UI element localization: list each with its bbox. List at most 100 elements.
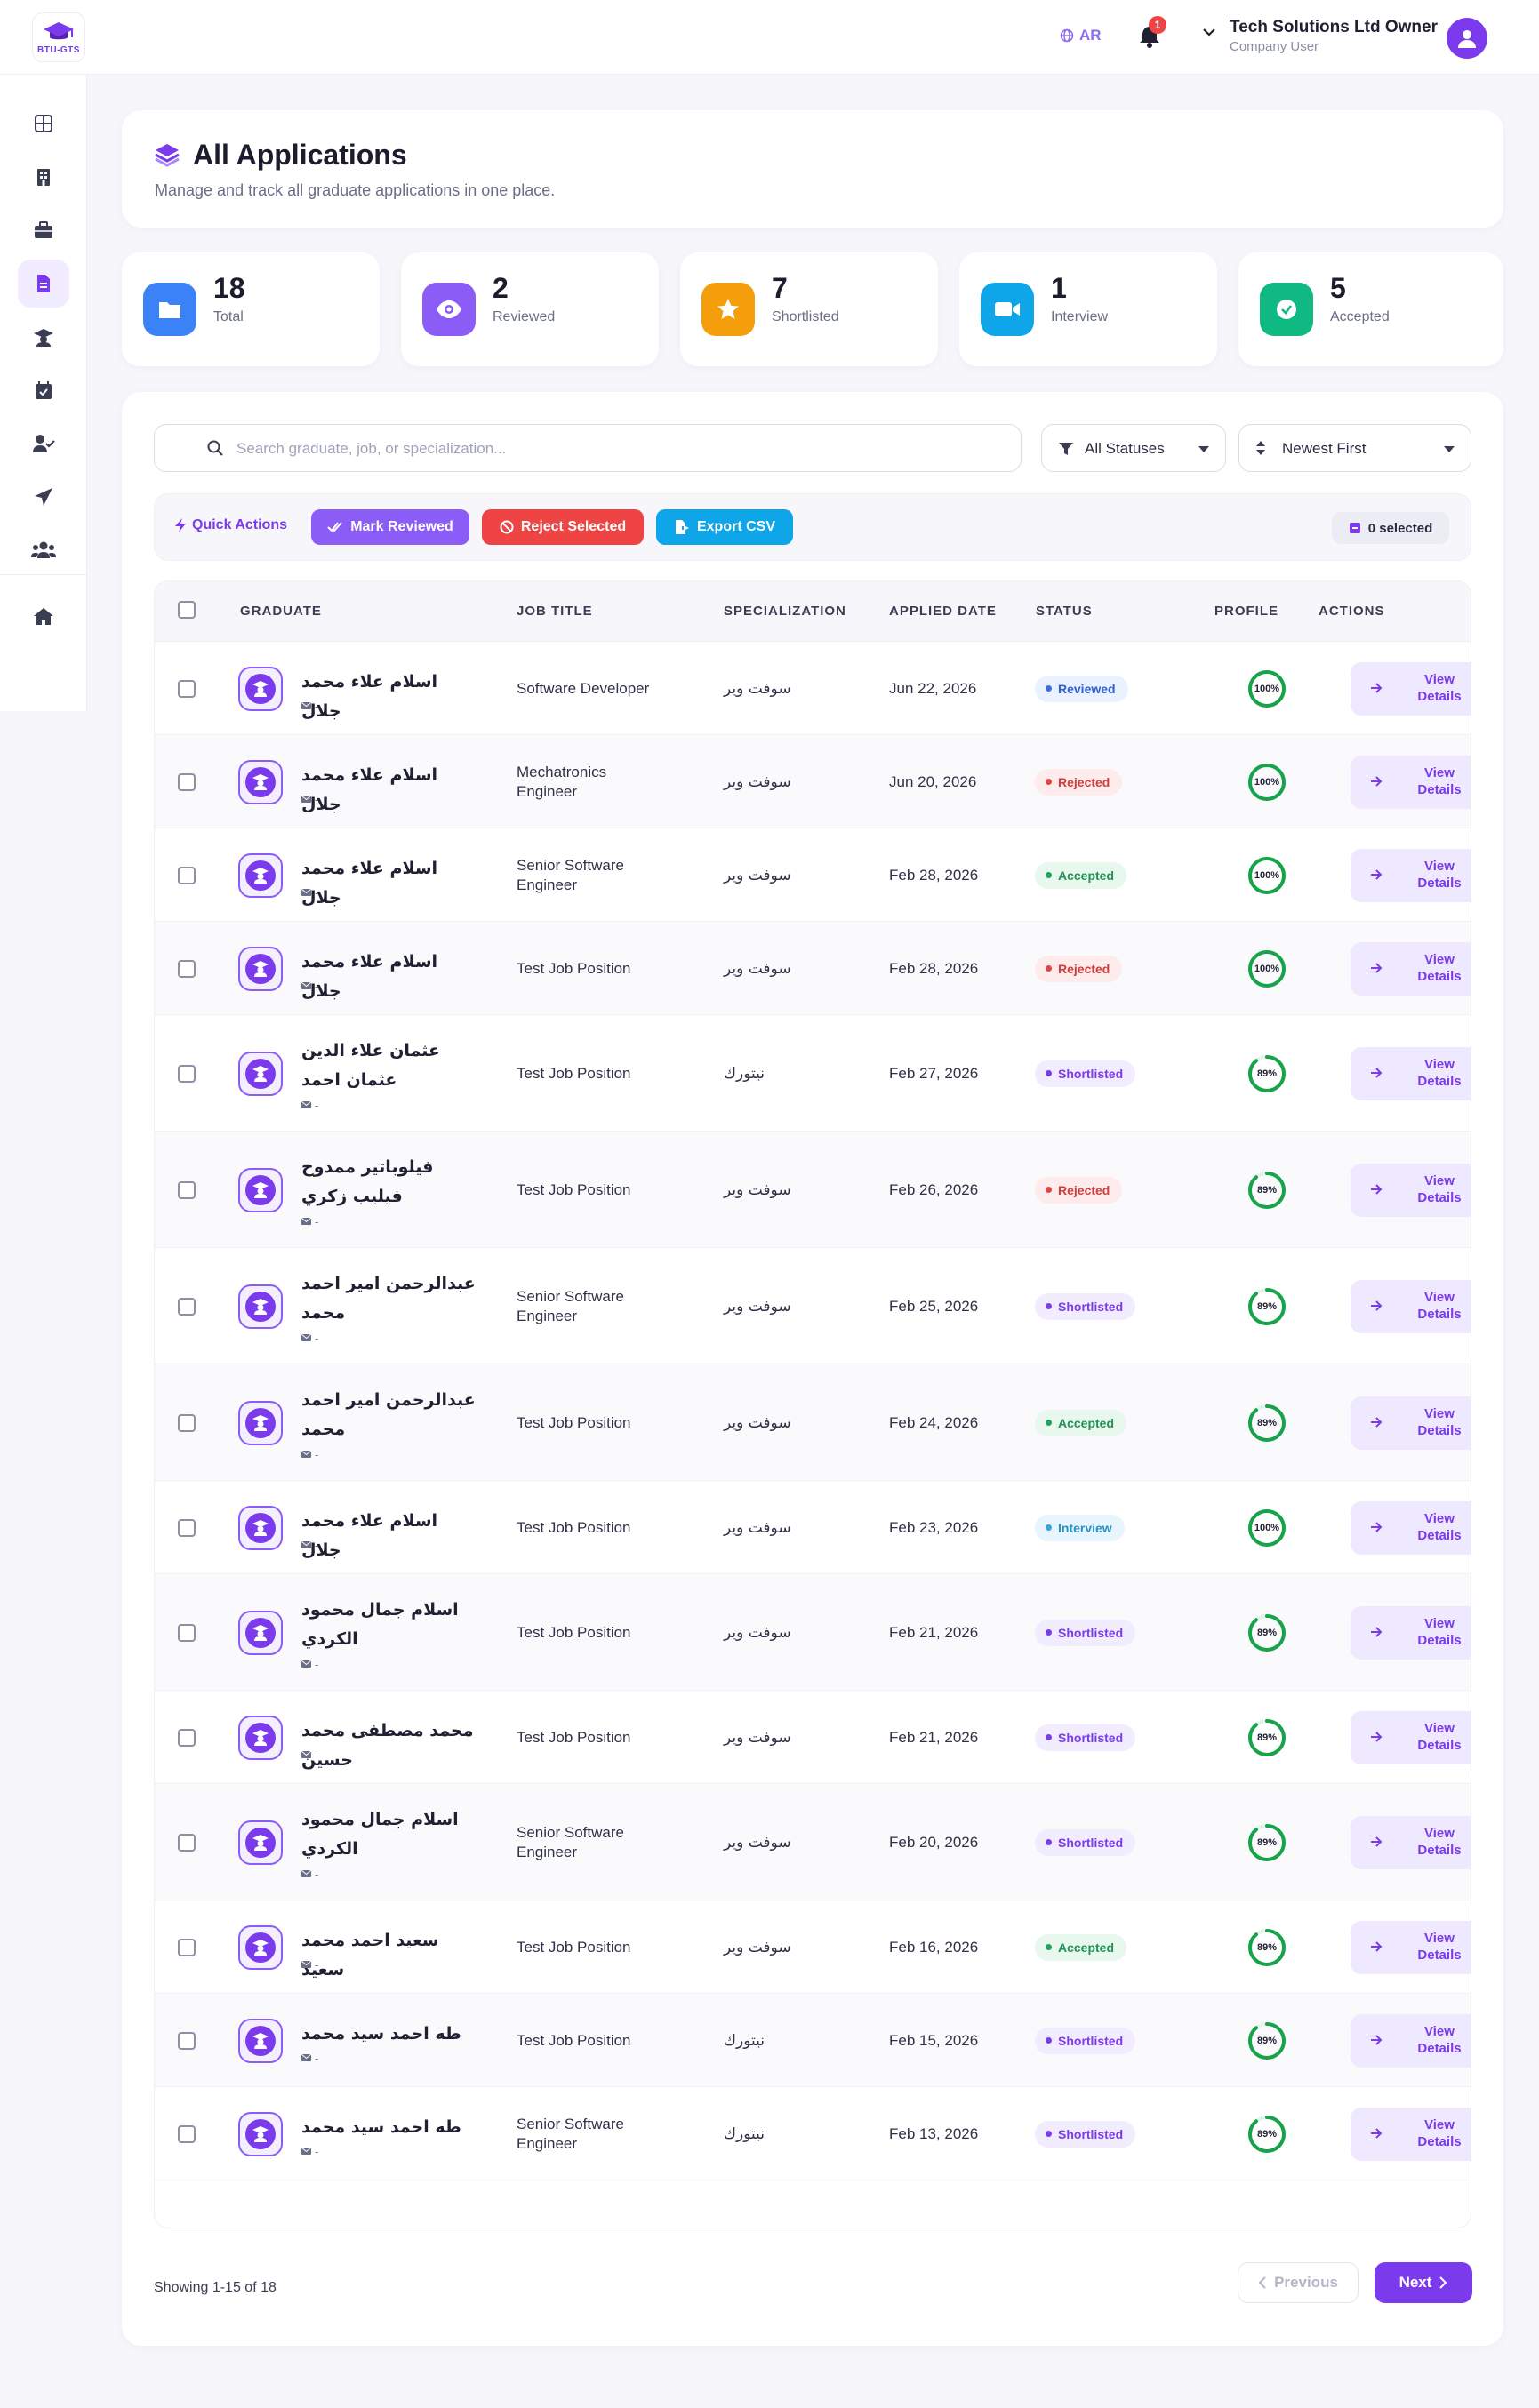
graduate-name[interactable]: عبدالرحمن امير احمد محمد — [301, 1386, 479, 1444]
sidebar-item-graduates[interactable] — [18, 313, 69, 361]
sidebar-item-applications[interactable] — [18, 260, 69, 308]
graduate-name[interactable]: اسلام جمال محمود الكردي — [301, 1805, 479, 1864]
table-row[interactable]: اسلام علاء محمد جلال - Test Job Position… — [155, 922, 1471, 1015]
table-row[interactable]: عثمان علاء الدين عثمان احمد - Test Job P… — [155, 1015, 1471, 1132]
graduate-avatar[interactable] — [238, 1284, 283, 1329]
row-checkbox[interactable] — [178, 2031, 196, 2050]
table-row[interactable]: محمد مصطفى محمد حسين - Test Job Position… — [155, 1691, 1471, 1784]
view-details-button[interactable]: View Details — [1351, 1920, 1471, 1974]
graduate-name[interactable]: اسلام علاء محمد جلال — [301, 948, 479, 1006]
graduate-name[interactable]: اسلام علاء محمد جلال — [301, 761, 479, 820]
search-input[interactable]: Search graduate, job, or specialization.… — [154, 424, 1022, 472]
select-all-checkbox[interactable] — [178, 601, 196, 619]
chevron-down-icon[interactable] — [1200, 23, 1218, 41]
table-row[interactable]: اسلام جمال محمود الكردي - Test Job Posit… — [155, 1574, 1471, 1691]
row-checkbox[interactable] — [178, 1180, 196, 1199]
graduate-name[interactable]: عبدالرحمن امير احمد محمد — [301, 1269, 479, 1328]
language-switch[interactable]: AR — [1060, 27, 1102, 44]
column-header-applied-date[interactable]: APPLIED DATE — [889, 604, 997, 619]
graduate-name[interactable]: اسلام جمال محمود الكردي — [301, 1596, 479, 1654]
view-details-button[interactable]: View Details — [1351, 1605, 1471, 1660]
graduate-avatar[interactable] — [238, 666, 283, 711]
view-details-button[interactable]: View Details — [1351, 1163, 1471, 1217]
row-checkbox[interactable] — [178, 1833, 196, 1852]
column-header-job-title[interactable]: JOB TITLE — [517, 604, 593, 619]
row-checkbox[interactable] — [178, 1413, 196, 1432]
graduate-avatar[interactable] — [238, 1505, 283, 1550]
avatar[interactable] — [1447, 18, 1487, 59]
row-checkbox[interactable] — [178, 2124, 196, 2143]
table-row[interactable]: طه احمد سيد محمد - Test Job Position نيت… — [155, 1994, 1471, 2087]
table-row[interactable]: عبدالرحمن امير احمد محمد - Test Job Posi… — [155, 1364, 1471, 1481]
column-header-graduate[interactable]: GRADUATE — [240, 604, 322, 619]
view-details-button[interactable]: View Details — [1351, 1710, 1471, 1764]
column-header-profile[interactable]: PROFILE — [1214, 604, 1278, 619]
graduate-name[interactable]: محمد مصطفى محمد حسين — [301, 1716, 479, 1775]
sidebar-item-team[interactable] — [18, 526, 69, 574]
table-row[interactable]: عبدالرحمن امير احمد محمد - Senior Softwa… — [155, 1248, 1471, 1364]
graduate-avatar[interactable] — [238, 1924, 283, 1970]
graduate-name[interactable]: فيلوباتير ممدوح فيليب زكري — [301, 1153, 479, 1212]
table-row[interactable]: فيلوباتير ممدوح فيليب زكري - Test Job Po… — [155, 1132, 1471, 1248]
table-row[interactable]: اسلام علاء محمد جلال - Senior Software E… — [155, 828, 1471, 922]
view-details-button[interactable]: View Details — [1351, 1500, 1471, 1555]
graduate-avatar[interactable] — [238, 1715, 283, 1760]
row-checkbox[interactable] — [178, 772, 196, 791]
graduate-avatar[interactable] — [238, 2111, 283, 2156]
row-checkbox[interactable] — [178, 1623, 196, 1642]
sidebar-item-home[interactable] — [18, 592, 69, 640]
row-checkbox[interactable] — [178, 1728, 196, 1747]
column-header-status[interactable]: STATUS — [1036, 604, 1093, 619]
graduate-name[interactable]: اسلام علاء محمد جلال — [301, 1507, 479, 1565]
table-row[interactable]: اسلام علاء محمد جلال - Software Develope… — [155, 642, 1471, 735]
view-details-button[interactable]: View Details — [1351, 661, 1471, 716]
status-filter-select[interactable]: All Statuses — [1041, 424, 1226, 472]
graduate-avatar[interactable] — [238, 1400, 283, 1445]
column-header-specialization[interactable]: SPECIALIZATION — [724, 604, 846, 619]
table-row[interactable]: اسلام علاء محمد جلال - Test Job Position… — [155, 1481, 1471, 1574]
graduate-name[interactable]: سعيد احمد محمد سعيد — [301, 1926, 479, 1985]
row-checkbox[interactable] — [178, 679, 196, 698]
sidebar-item-interviews[interactable] — [18, 366, 69, 414]
row-checkbox[interactable] — [178, 866, 196, 884]
reject-selected-button[interactable]: Reject Selected — [482, 509, 644, 545]
view-details-button[interactable]: View Details — [1351, 1046, 1471, 1100]
graduate-avatar[interactable] — [238, 852, 283, 898]
view-details-button[interactable]: View Details — [1351, 755, 1471, 809]
graduate-name[interactable]: اسلام علاء محمد جلال — [301, 854, 479, 913]
row-checkbox[interactable] — [178, 1518, 196, 1537]
graduate-name[interactable]: اسلام علاء محمد جلال — [301, 668, 479, 726]
graduate-avatar[interactable] — [238, 759, 283, 804]
view-details-button[interactable]: View Details — [1351, 848, 1471, 902]
graduate-avatar[interactable] — [238, 2018, 283, 2063]
view-details-button[interactable]: View Details — [1351, 1815, 1471, 1869]
graduate-avatar[interactable] — [238, 1610, 283, 1655]
row-checkbox[interactable] — [178, 959, 196, 978]
table-row[interactable]: سعيد احمد محمد سعيد - Test Job Position … — [155, 1900, 1471, 1994]
table-row[interactable]: اسلام جمال محمود الكردي - Senior Softwar… — [155, 1784, 1471, 1900]
sidebar-item-hired[interactable] — [18, 420, 69, 468]
table-row[interactable]: طه احمد سيد محمد - Senior Software Engin… — [155, 2087, 1471, 2180]
view-details-button[interactable]: View Details — [1351, 1279, 1471, 1333]
graduate-name[interactable]: عثمان علاء الدين عثمان احمد — [301, 1036, 479, 1095]
app-logo[interactable]: BTU-GTS — [32, 12, 85, 62]
graduate-avatar[interactable] — [238, 946, 283, 991]
view-details-button[interactable]: View Details — [1351, 2107, 1471, 2161]
graduate-name[interactable]: طه احمد سيد محمد — [301, 2020, 479, 2049]
row-checkbox[interactable] — [178, 1297, 196, 1316]
row-checkbox[interactable] — [178, 1064, 196, 1083]
view-details-button[interactable]: View Details — [1351, 2013, 1471, 2068]
export-csv-button[interactable]: Export CSV — [656, 509, 793, 545]
mark-reviewed-button[interactable]: Mark Reviewed — [311, 509, 469, 545]
row-checkbox[interactable] — [178, 1938, 196, 1956]
view-details-button[interactable]: View Details — [1351, 1396, 1471, 1450]
previous-page-button[interactable]: Previous — [1238, 2262, 1359, 2303]
table-row[interactable]: اسلام علاء محمد جلال - Mechatronics Engi… — [155, 735, 1471, 828]
sidebar-item-jobs[interactable] — [18, 206, 69, 254]
graduate-avatar[interactable] — [238, 1167, 283, 1212]
graduate-avatar[interactable] — [238, 1820, 283, 1865]
view-details-button[interactable]: View Details — [1351, 941, 1471, 996]
graduate-name[interactable]: طه احمد سيد محمد — [301, 2113, 479, 2142]
sidebar-item-companies[interactable] — [18, 153, 69, 201]
user-name[interactable]: Tech Solutions Ltd Owner — [1230, 18, 1438, 37]
